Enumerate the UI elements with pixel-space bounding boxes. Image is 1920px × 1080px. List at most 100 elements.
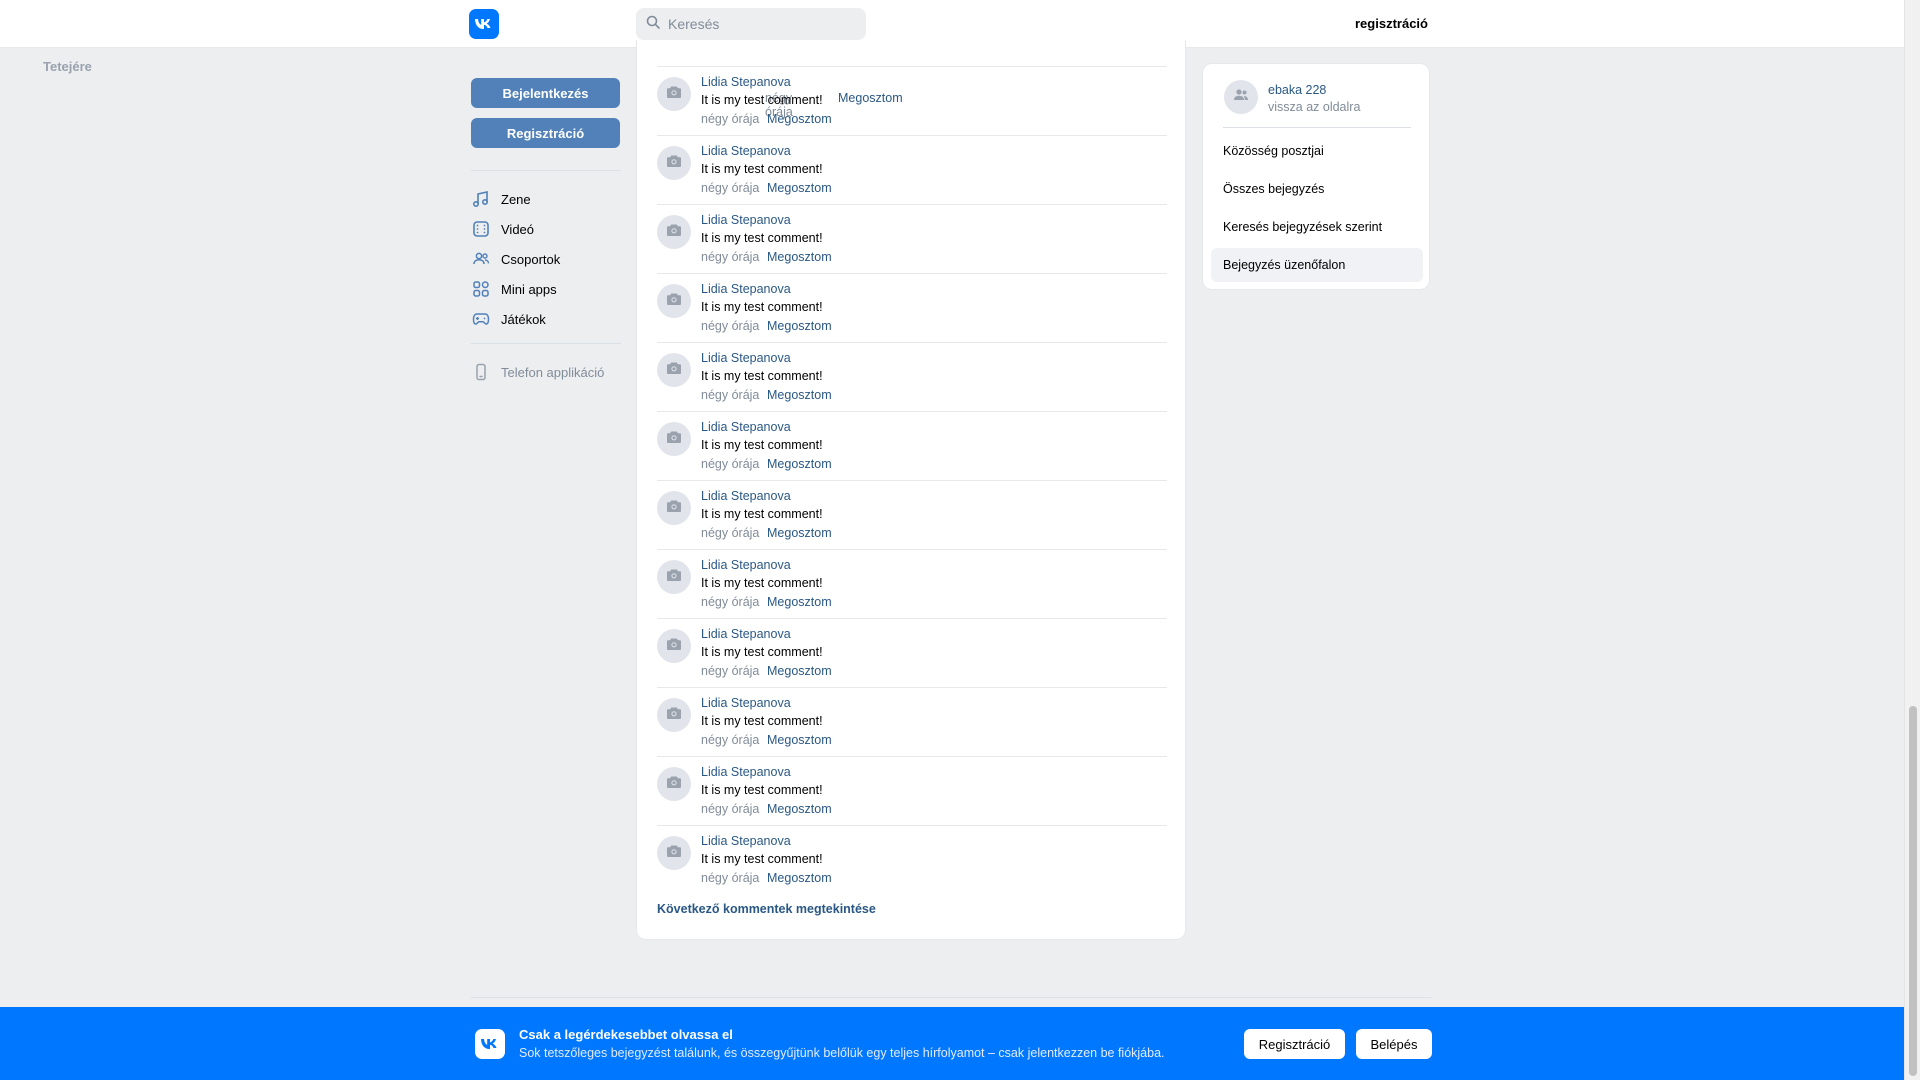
comment-item: Lidia Stepanova It is my test comment! nég… <box>657 136 1167 205</box>
menu-wall-post[interactable]: Bejegyzés üzenőfalon <box>1211 248 1423 282</box>
camera-icon <box>666 154 682 173</box>
vk-logo-icon[interactable] <box>469 9 499 39</box>
group-name-link[interactable]: ebaka 228 <box>1268 83 1326 97</box>
comment-author-link[interactable]: Lidia Stepanova <box>701 489 791 503</box>
sidebar-item-label: Zene <box>501 191 531 207</box>
sidebar-divider <box>471 170 621 171</box>
sidebar-item-games[interactable]: Játékok <box>471 307 621 331</box>
comment-author-link[interactable]: Lidia Stepanova <box>701 420 791 434</box>
comment-text: It is my test comment! <box>701 645 823 659</box>
sidebar-item-music[interactable]: Zene <box>471 187 621 211</box>
avatar[interactable] <box>657 353 691 387</box>
comment-item: Lidia Stepanova It is my test comment! nég… <box>657 619 1167 688</box>
comment-time: négy órája <box>701 871 760 885</box>
camera-icon <box>666 775 682 794</box>
comment-share-link[interactable]: Megosztom <box>767 595 832 609</box>
search-box[interactable] <box>636 8 866 40</box>
camera-icon <box>666 430 682 449</box>
comment-share-link[interactable]: Megosztom <box>767 871 832 885</box>
comment-author-link[interactable]: Lidia Stepanova <box>701 834 791 848</box>
banner-title: Csak a legérdekesebbet olvassa el <box>519 1027 733 1042</box>
comment-author-link[interactable]: Lidia Stepanova <box>701 696 791 710</box>
comment-author-link[interactable]: Lidia Stepanova <box>701 765 791 779</box>
page-scrollbar[interactable] <box>1904 0 1920 1080</box>
sidebar-item-label: Játékok <box>501 311 546 327</box>
comment-text: It is my test comment! <box>701 783 823 797</box>
signup-banner: Csak a legérdekesebbet olvassa el Sok te… <box>0 1007 1904 1080</box>
avatar[interactable] <box>657 767 691 801</box>
avatar[interactable] <box>657 836 691 870</box>
comment-share-link[interactable]: Megosztom <box>767 526 832 540</box>
comment-share-link[interactable]: Megosztom <box>767 181 832 195</box>
camera-icon <box>666 292 682 311</box>
more-comments-link[interactable]: Következő kommentek megtekintése <box>657 902 876 916</box>
scrollbar-thumb[interactable] <box>1909 706 1917 1076</box>
avatar[interactable] <box>657 215 691 249</box>
comment-text: It is my test comment! <box>701 438 823 452</box>
comment-time: négy órája <box>701 181 760 195</box>
comment-share-link[interactable]: Megosztom <box>767 112 832 126</box>
menu-all-posts[interactable]: Összes bejegyzés <box>1211 172 1423 206</box>
banner-login-button[interactable]: Belépés <box>1356 1029 1432 1059</box>
camera-icon <box>666 85 682 104</box>
comment-author-link[interactable]: Lidia Stepanova <box>701 213 791 227</box>
comment-time: négy órája <box>701 595 760 609</box>
register-button[interactable]: Regisztráció <box>471 118 620 148</box>
avatar[interactable] <box>657 491 691 525</box>
avatar[interactable] <box>657 629 691 663</box>
comment-share-link[interactable]: Megosztom <box>767 388 832 402</box>
comment-text: It is my test comment! <box>701 576 823 590</box>
search-icon <box>646 15 660 34</box>
music-icon <box>471 189 491 209</box>
comment-share-link[interactable]: Megosztom <box>767 802 832 816</box>
comment-item: Lidia Stepanova It is my test comment! nég… <box>657 67 1167 136</box>
camera-icon <box>666 844 682 863</box>
comment-share-link[interactable]: Megosztom <box>767 733 832 747</box>
search-input[interactable] <box>668 16 848 32</box>
sidebar-item-label: Telefon applikáció <box>501 364 605 380</box>
groups-icon <box>471 249 491 269</box>
sidebar-item-groups[interactable]: Csoportok <box>471 247 621 271</box>
comment-share-link[interactable]: Megosztom <box>767 457 832 471</box>
comment-text: It is my test comment! <box>701 93 823 107</box>
avatar[interactable] <box>657 560 691 594</box>
apps-icon <box>471 279 491 299</box>
avatar[interactable] <box>657 146 691 180</box>
comment-share-link[interactable]: Megosztom <box>767 319 832 333</box>
comment-item: Lidia Stepanova It is my test comment! nég… <box>657 826 1167 895</box>
comment-item: Lidia Stepanova It is my test comment! nég… <box>657 412 1167 481</box>
comment-share-link[interactable]: Megosztom <box>767 664 832 678</box>
panel-divider <box>1223 127 1411 128</box>
phone-icon <box>471 362 491 382</box>
comments-card: négy órája Megosztom Lidia Stepanova It is… <box>636 40 1186 940</box>
menu-community-posts[interactable]: Közösség posztjai <box>1211 134 1423 168</box>
comment-time: négy órája <box>701 526 760 540</box>
comment-author-link[interactable]: Lidia Stepanova <box>701 558 791 572</box>
comment-author-link[interactable]: Lidia Stepanova <box>701 282 791 296</box>
banner-subtitle: Sok tetszőleges bejegyzést találunk, és … <box>519 1046 1165 1060</box>
comment-author-link[interactable]: Lidia Stepanova <box>701 144 791 158</box>
menu-search-posts[interactable]: Keresés bejegyzések szerint <box>1211 210 1423 244</box>
comment-time: négy órája <box>701 664 760 678</box>
comment-author-link[interactable]: Lidia Stepanova <box>701 627 791 641</box>
comment-time: négy órája <box>701 319 760 333</box>
sidebar-item-video[interactable]: Videó <box>471 217 621 241</box>
comment-item: Lidia Stepanova It is my test comment! nég… <box>657 481 1167 550</box>
avatar[interactable] <box>657 77 691 111</box>
comment-author-link[interactable]: Lidia Stepanova <box>701 75 791 89</box>
avatar[interactable] <box>657 422 691 456</box>
avatar[interactable] <box>657 284 691 318</box>
back-to-page-link[interactable]: vissza az oldalra <box>1268 100 1360 114</box>
sidebar-item-mini-apps[interactable]: Mini apps <box>471 277 621 301</box>
sidebar-item-phone-app[interactable]: Telefon applikáció <box>471 360 621 384</box>
login-button[interactable]: Bejelentkezés <box>471 78 620 108</box>
scroll-to-top-link[interactable]: Tetejére <box>43 59 92 74</box>
comment-share-link[interactable]: Megosztom <box>767 250 832 264</box>
register-link[interactable]: regisztráció <box>1355 16 1428 31</box>
camera-icon <box>666 223 682 242</box>
group-avatar[interactable] <box>1224 80 1258 114</box>
camera-icon <box>666 706 682 725</box>
banner-register-button[interactable]: Regisztráció <box>1244 1029 1345 1059</box>
avatar[interactable] <box>657 698 691 732</box>
comment-author-link[interactable]: Lidia Stepanova <box>701 351 791 365</box>
